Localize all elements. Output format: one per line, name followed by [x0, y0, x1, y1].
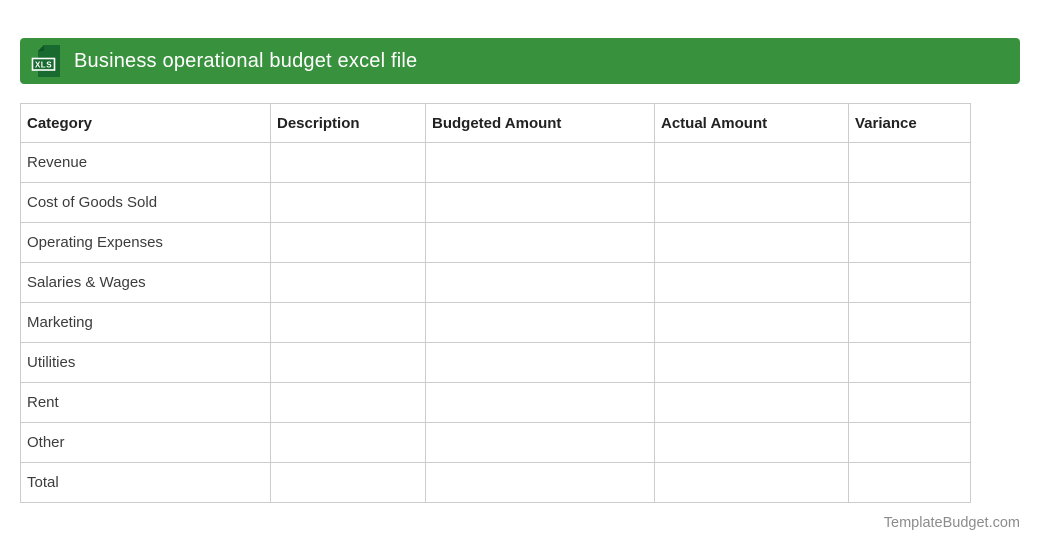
empty-cell [848, 342, 971, 383]
table-row: Operating Expenses [20, 222, 971, 263]
empty-cell [425, 222, 655, 263]
empty-cell [848, 422, 971, 463]
category-cell: Cost of Goods Sold [20, 182, 271, 223]
xls-file-icon: XLS [31, 45, 60, 77]
table-header-row: Category Description Budgeted Amount Act… [20, 103, 971, 143]
empty-cell [848, 462, 971, 503]
empty-cell [270, 262, 426, 303]
table-row: Rent [20, 382, 971, 423]
column-header-budgeted-amount: Budgeted Amount [425, 103, 655, 143]
empty-cell [848, 382, 971, 423]
empty-cell [654, 302, 849, 343]
category-cell: Revenue [20, 142, 271, 183]
category-cell: Salaries & Wages [20, 262, 271, 303]
empty-cell [270, 462, 426, 503]
empty-cell [270, 342, 426, 383]
empty-cell [270, 222, 426, 263]
column-header-variance: Variance [848, 103, 971, 143]
template-preview-page: XLS Business operational budget excel fi… [0, 0, 1040, 560]
empty-cell [425, 342, 655, 383]
table-row: Salaries & Wages [20, 262, 971, 303]
empty-cell [425, 262, 655, 303]
empty-cell [654, 262, 849, 303]
table-row: Cost of Goods Sold [20, 182, 971, 223]
empty-cell [270, 422, 426, 463]
empty-cell [654, 382, 849, 423]
category-cell: Marketing [20, 302, 271, 343]
empty-cell [848, 302, 971, 343]
table-row: Marketing [20, 302, 971, 343]
category-cell: Rent [20, 382, 271, 423]
empty-cell [270, 182, 426, 223]
empty-cell [654, 222, 849, 263]
empty-cell [425, 462, 655, 503]
empty-cell [425, 182, 655, 223]
table-row: Utilities [20, 342, 971, 383]
empty-cell [654, 142, 849, 183]
category-cell: Other [20, 422, 271, 463]
empty-cell [270, 302, 426, 343]
empty-cell [848, 222, 971, 263]
empty-cell [654, 182, 849, 223]
empty-cell [848, 262, 971, 303]
empty-cell [425, 302, 655, 343]
budget-table: Category Description Budgeted Amount Act… [20, 103, 971, 503]
empty-cell [425, 422, 655, 463]
table-row: Revenue [20, 142, 971, 183]
column-header-actual-amount: Actual Amount [654, 103, 849, 143]
empty-cell [848, 142, 971, 183]
category-cell: Operating Expenses [20, 222, 271, 263]
empty-cell [654, 422, 849, 463]
empty-cell [848, 182, 971, 223]
empty-cell [270, 142, 426, 183]
table-row: Other [20, 422, 971, 463]
table-row: Total [20, 462, 971, 503]
column-header-description: Description [270, 103, 426, 143]
svg-text:XLS: XLS [35, 61, 52, 70]
empty-cell [654, 462, 849, 503]
category-cell: Total [20, 462, 271, 503]
title-bar: XLS Business operational budget excel fi… [20, 38, 1020, 84]
empty-cell [270, 382, 426, 423]
page-title: Business operational budget excel file [74, 49, 418, 72]
empty-cell [425, 142, 655, 183]
empty-cell [425, 382, 655, 423]
site-branding: TemplateBudget.com [883, 515, 1020, 531]
category-cell: Utilities [20, 342, 271, 383]
empty-cell [654, 342, 849, 383]
column-header-category: Category [20, 103, 271, 143]
